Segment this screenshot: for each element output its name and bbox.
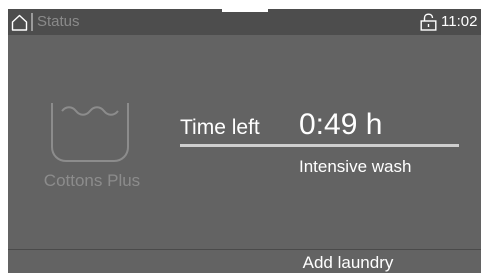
- add-laundry-button[interactable]: Add laundry: [258, 251, 438, 273]
- bottom-divider: [8, 249, 481, 250]
- top-notch: [222, 8, 268, 12]
- time-progress-fill: [180, 144, 459, 147]
- washing-tub-icon: [51, 103, 129, 162]
- unlocked-padlock-icon: [420, 13, 437, 31]
- program-name: Cottons Plus: [43, 171, 141, 190]
- display-screen: Status 11:02 Cottons Plus Time left 0:49…: [8, 8, 481, 273]
- page-title: Status: [37, 13, 80, 30]
- frame: Status 11:02 Cottons Plus Time left 0:49…: [0, 0, 481, 273]
- clock: 11:02: [441, 13, 478, 30]
- wash-mode: Intensive wash: [299, 157, 412, 176]
- home-icon[interactable]: [11, 14, 28, 31]
- time-left-value: 0:49 h: [299, 108, 383, 141]
- status-bar: Status 11:02: [8, 8, 481, 35]
- header-separator: [31, 13, 33, 31]
- time-left-label: Time left: [180, 116, 260, 139]
- time-progress-bar: [180, 144, 459, 147]
